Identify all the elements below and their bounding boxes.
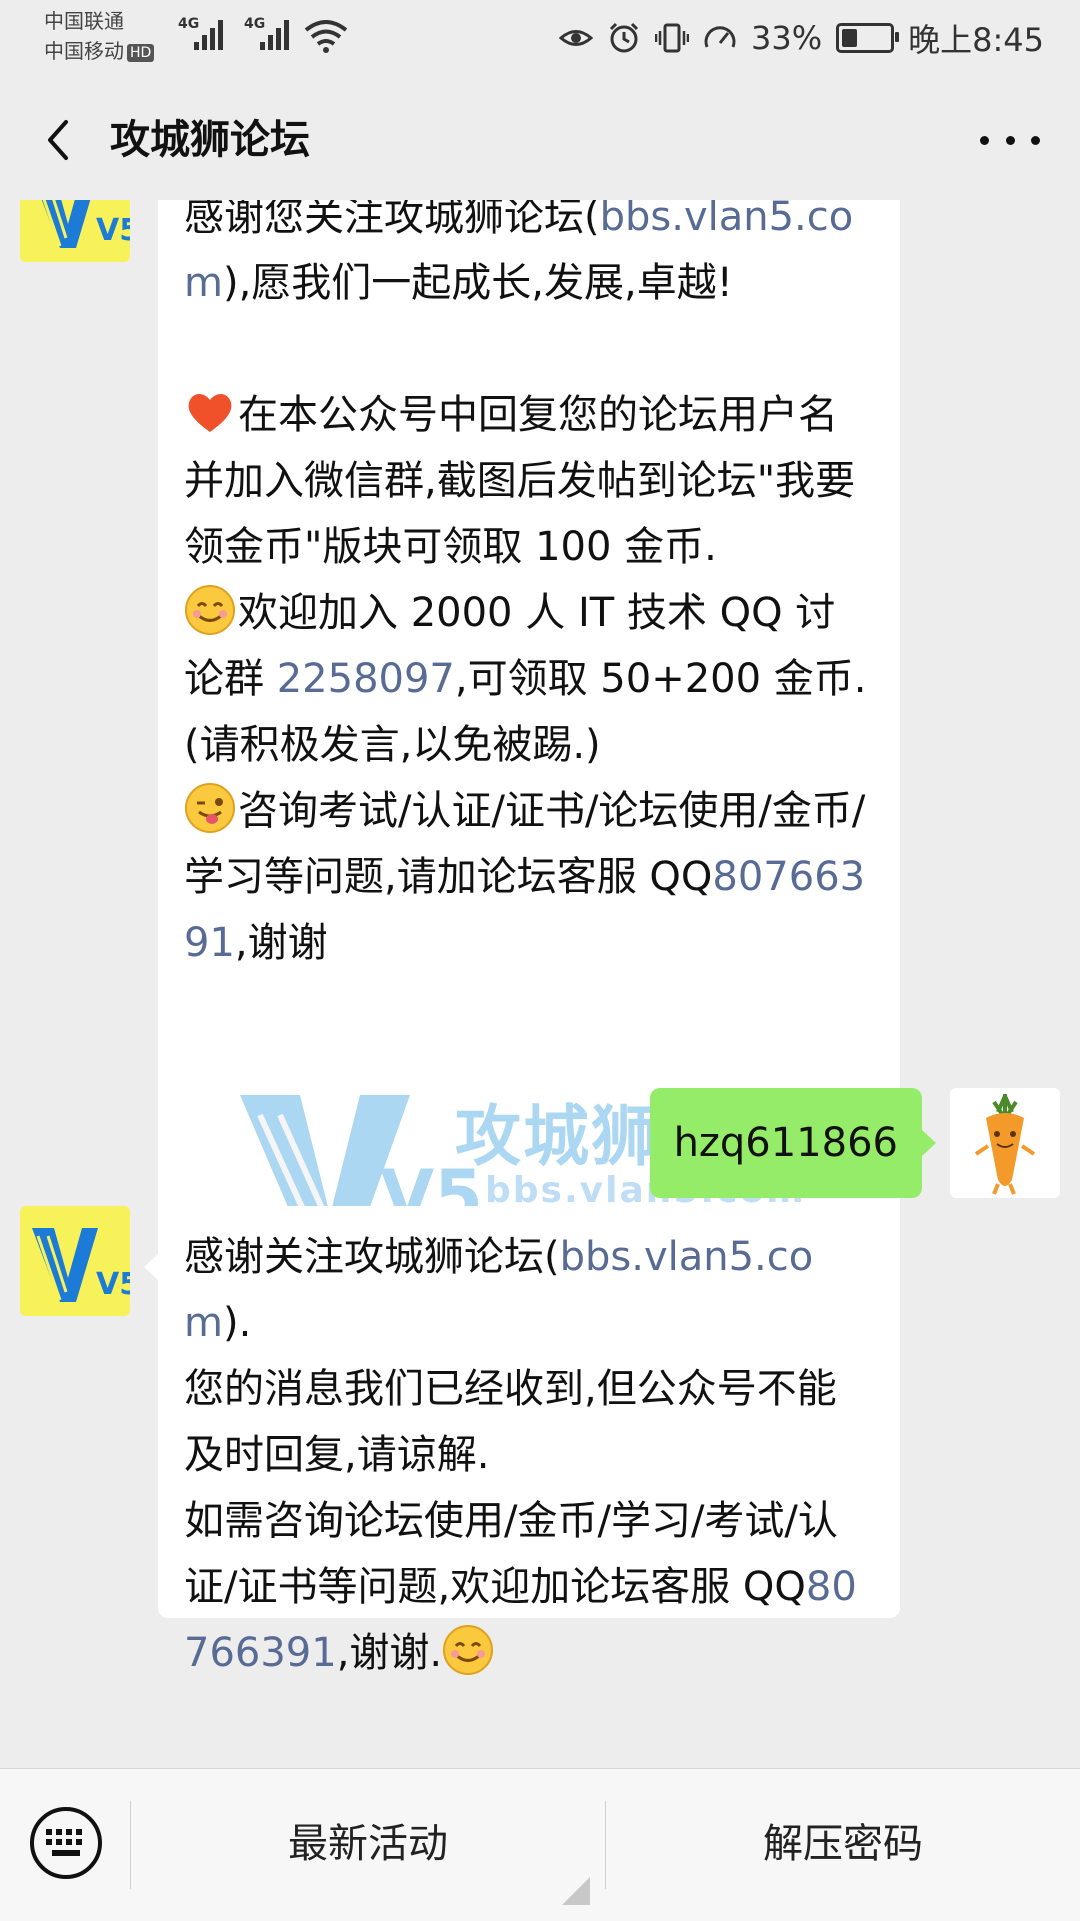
m3-para-3: 如需咨询论坛使用/金币/学习/考试/认证/证书等问题,欢迎加论坛客服 QQ807… xyxy=(184,1498,857,1676)
alarm-icon xyxy=(609,22,639,53)
m1-qq-group-link[interactable]: 2258097 xyxy=(277,656,455,702)
back-chevron-icon[interactable] xyxy=(38,110,78,170)
wink-tongue-emoji-icon xyxy=(184,782,236,834)
account-avatar-2[interactable]: V5 xyxy=(20,1206,130,1316)
submenu-corner-icon xyxy=(562,1877,590,1905)
menu-item-unzip-password[interactable]: 解压密码 xyxy=(606,1769,1080,1921)
vibrate-icon xyxy=(655,23,689,53)
battery-fill xyxy=(842,29,858,47)
chat-area[interactable]: V5 感谢您关注攻城狮论坛(bbs.vlan5.com),愿我们一起成长,发展,… xyxy=(0,200,1080,1768)
wifi-icon xyxy=(304,20,348,53)
more-dots-icon[interactable] xyxy=(980,116,1040,164)
smile-emoji-icon xyxy=(184,584,236,636)
m3-para-2: 您的消息我们已经收到,但公众号不能及时回复,请谅解. xyxy=(184,1366,837,1478)
chat-header: 攻城狮论坛 xyxy=(0,80,1080,200)
status-right-group: 33% 晚上8:45 xyxy=(559,14,1044,62)
m1-para-3: 欢迎加入 2000 人 IT 技术 QQ 讨论群 2258097,可领取 50+… xyxy=(184,580,874,778)
battery-percent: 33% xyxy=(751,19,823,57)
smile-emoji-icon xyxy=(442,1624,494,1676)
speedometer-icon xyxy=(704,26,736,48)
carrier-1: 中国联通 xyxy=(44,9,124,33)
m2-text: hzq611866 xyxy=(673,1120,898,1166)
avatar-logo-text-2: V5 xyxy=(96,1267,130,1302)
heart-emoji-icon xyxy=(184,386,236,438)
user-avatar[interactable] xyxy=(950,1088,1060,1198)
hd-badge: HD xyxy=(127,43,155,62)
clock-time: 晚上8:45 xyxy=(908,21,1044,59)
m3-para-1: 感谢关注攻城狮论坛(bbs.vlan5.com). xyxy=(184,1234,814,1346)
carrier-2: 中国移动 xyxy=(44,39,124,63)
v5-logo-icon: V5 xyxy=(20,1206,130,1316)
bottom-menu-bar: 最新活动 解压密码 xyxy=(0,1768,1080,1921)
status-bar: 中国联通 中国移动 HD 4G 4G 33% 晚上8:45 xyxy=(0,0,1080,80)
page-title: 攻城狮论坛 xyxy=(110,117,310,163)
carrot-avatar-icon xyxy=(974,1094,1036,1195)
menu-item-latest-activities[interactable]: 最新活动 xyxy=(131,1769,605,1921)
message-bubble-2[interactable]: hzq611866 xyxy=(649,1088,937,1198)
keyboard-icon[interactable] xyxy=(28,1805,104,1881)
battery-icon xyxy=(836,23,900,53)
message-bubble-3[interactable]: 感谢关注攻城狮论坛(bbs.vlan5.com). 您的消息我们已经收到,但公众… xyxy=(144,1206,900,1676)
eye-icon xyxy=(559,30,593,46)
m1-para-2: 在本公众号中回复您的论坛用户名并加入微信群,截图后发帖到论坛"我要领金币"版块可… xyxy=(184,382,874,580)
m1-para-4: 咨询考试/认证/证书/论坛使用/金币/学习等问题,请加论坛客服 QQ807663… xyxy=(184,778,874,976)
carrier-info: 中国联通 中国移动 HD xyxy=(44,6,155,66)
account-avatar[interactable]: V5 xyxy=(20,200,130,262)
m1-para-1: 感谢您关注攻城狮论坛(bbs.vlan5.com),愿我们一起成长,发展,卓越! xyxy=(184,200,874,316)
avatar-logo-text: V5 xyxy=(96,213,130,248)
v5-logo-icon: V5 xyxy=(20,200,130,262)
